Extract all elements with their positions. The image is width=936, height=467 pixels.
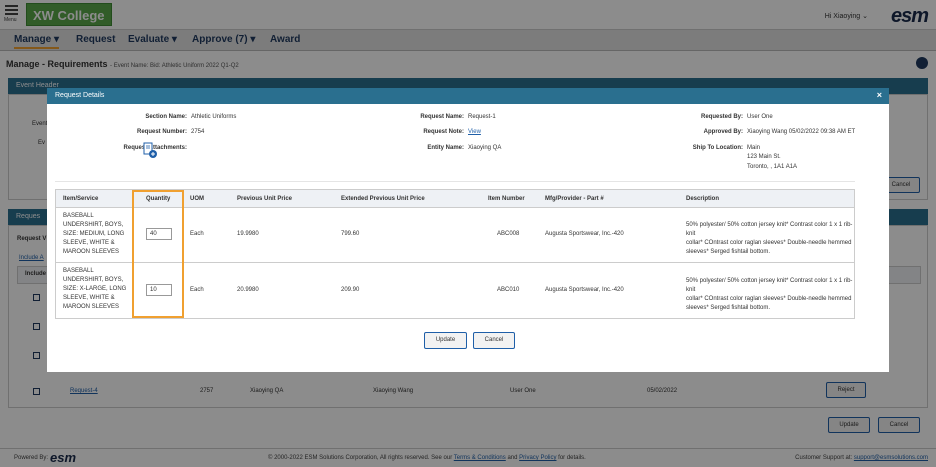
ship-to-line-3: Toronto, , 1A1 A1A — [747, 164, 798, 170]
table-row-item: BASEBALL UNDERSHIRT, BOYS, SIZE: X-LARGE… — [63, 268, 127, 310]
requested-by: User One — [747, 114, 773, 120]
entity-name: Xiaoying QA — [468, 145, 502, 151]
modal-title: Request Details — [47, 88, 889, 104]
request-details-modal: Request Details × Section Name: Athletic… — [47, 88, 889, 372]
request-name: Request-1 — [468, 114, 496, 120]
col-uom: UOM — [190, 196, 204, 202]
ship-to-line-1: Main — [747, 145, 761, 151]
quantity-column-highlight — [132, 190, 184, 318]
table-row-description: 50% polyester/ 50% cotton jersey knit* C… — [686, 278, 853, 311]
ship-to-line-2: 123 Main St. — [747, 154, 781, 160]
approved-by: Xiaoying Wang 05/02/2022 09:38 AM ET — [747, 129, 856, 135]
section-name: Athletic Uniforms — [191, 114, 237, 120]
modal-update-button[interactable]: Update — [424, 332, 467, 349]
col-description: Description — [686, 196, 720, 202]
close-icon[interactable]: × — [877, 90, 882, 100]
attachment-icon[interactable] — [143, 142, 157, 158]
col-mfg: Mfg/Provider - Part # — [545, 196, 604, 202]
table-row-item: BASEBALL UNDERSHIRT, BOYS, SIZE: MEDIUM,… — [63, 213, 125, 255]
items-table: Item/Service Quantity UOM Previous Unit … — [55, 189, 855, 319]
col-prev-price: Previous Unit Price — [237, 196, 293, 202]
col-item-number: Item Number — [488, 196, 525, 202]
request-note-view-link[interactable]: View — [468, 128, 481, 137]
col-ext-price: Extended Previous Unit Price — [341, 196, 425, 202]
table-row-description: 50% polyester/ 50% cotton jersey knit* C… — [686, 222, 853, 255]
request-number: 2754 — [191, 129, 205, 135]
col-item-service: Item/Service — [63, 196, 99, 202]
modal-cancel-button[interactable]: Cancel — [473, 332, 515, 349]
